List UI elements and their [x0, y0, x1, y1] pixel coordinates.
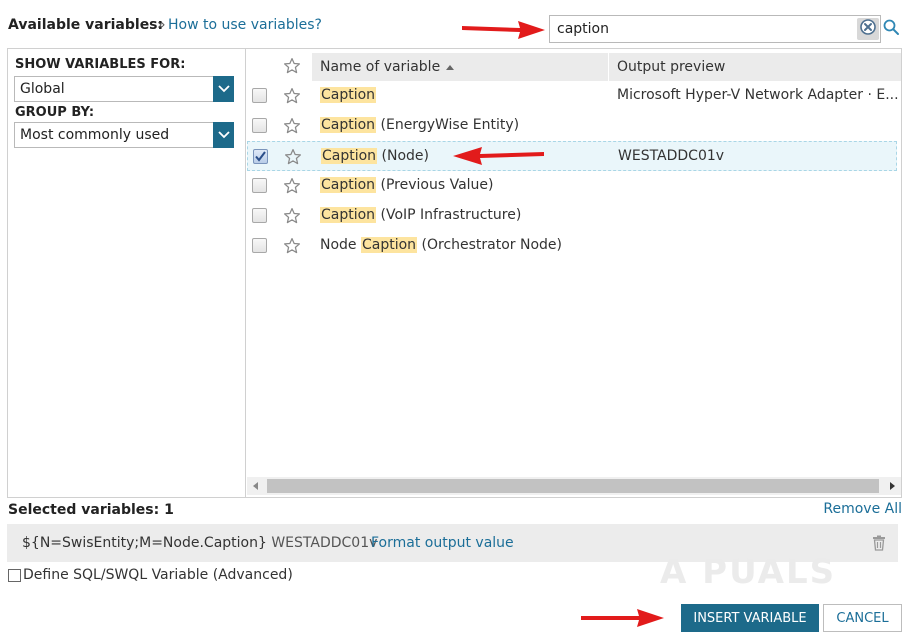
variable-name-suffix: (VoIP Infrastructure) — [376, 207, 522, 223]
define-sql-variable-checkbox[interactable] — [8, 568, 21, 582]
top-bar: Available variables: » How to use variab… — [0, 0, 913, 48]
search-highlight: Caption — [320, 177, 377, 193]
variable-name: Caption (Previous Value) — [320, 177, 494, 193]
search-highlight: Caption — [320, 207, 377, 223]
horizontal-scrollbar[interactable] — [247, 477, 901, 495]
selected-variables-label: Selected variables: 1 — [8, 502, 174, 518]
column-header-preview-label: Output preview — [617, 59, 726, 75]
favorites-column-star-icon[interactable] — [283, 57, 301, 79]
selected-variable-code: ${N=SwisEntity;M=Node.Caption} — [22, 535, 267, 551]
trash-icon[interactable] — [872, 535, 886, 555]
table-row[interactable]: Caption (Node) WESTADDC01v — [247, 141, 897, 171]
variable-name-prefix: Node — [320, 237, 361, 253]
available-variables-label: Available variables: — [8, 17, 164, 33]
search-input[interactable] — [552, 18, 852, 40]
show-variables-for-value: Global — [20, 81, 65, 97]
format-output-value-link[interactable]: Format output value — [371, 535, 514, 551]
star-outline-icon[interactable] — [283, 177, 301, 199]
column-header-name-label: Name of variable — [320, 59, 441, 75]
variable-name-suffix: (Orchestrator Node) — [417, 237, 563, 253]
star-outline-icon[interactable] — [284, 148, 302, 170]
variable-name: Caption — [320, 87, 377, 103]
star-outline-icon[interactable] — [283, 237, 301, 259]
table-row[interactable]: Node Caption (Orchestrator Node) — [247, 231, 897, 261]
clear-search-button[interactable] — [857, 18, 879, 40]
selected-variable-preview: WESTADDC01v — [271, 535, 378, 551]
filter-panel: SHOW VARIABLES FOR: Global GROUP BY: Mos… — [8, 49, 246, 497]
star-outline-icon[interactable] — [283, 207, 301, 229]
group-by-value: Most commonly used — [20, 127, 170, 143]
breadcrumb-separator: » — [157, 17, 166, 33]
group-by-label: GROUP BY: — [15, 105, 95, 120]
row-checkbox[interactable] — [252, 118, 267, 133]
star-outline-icon[interactable] — [283, 87, 301, 109]
define-sql-variable-row: Define SQL/SWQL Variable (Advanced) — [8, 567, 293, 583]
table-row[interactable]: Caption Microsoft Hyper-V Network Adapter… — [247, 81, 899, 111]
clear-circle-icon — [860, 19, 876, 39]
variable-name-suffix: (EnergyWise Entity) — [376, 117, 520, 133]
table-row[interactable]: Caption (Previous Value) — [247, 171, 897, 201]
scroll-right-icon[interactable] — [883, 477, 901, 495]
chevron-down-icon — [213, 122, 234, 148]
table-row[interactable]: Caption (VoIP Infrastructure) — [247, 201, 897, 231]
annotation-arrow-icon — [581, 609, 664, 627]
annotation-arrow-icon — [453, 147, 544, 165]
show-variables-for-label: SHOW VARIABLES FOR: — [15, 57, 186, 72]
search-highlight: Caption — [321, 148, 378, 164]
variable-name: Caption (VoIP Infrastructure) — [320, 207, 521, 223]
insert-variable-button[interactable]: INSERT VARIABLE — [681, 604, 819, 632]
search-highlight: Caption — [320, 117, 377, 133]
variable-name: Node Caption (Orchestrator Node) — [320, 237, 562, 253]
output-preview: Microsoft Hyper-V Network Adapter · E... — [617, 87, 899, 103]
variable-name-suffix: (Previous Value) — [376, 177, 494, 193]
table-row[interactable]: Caption (EnergyWise Entity) — [247, 111, 897, 141]
scrollbar-thumb[interactable] — [267, 479, 879, 493]
group-by-select[interactable]: Most commonly used — [14, 122, 234, 148]
magnifier-icon — [882, 19, 900, 40]
annotation-arrow-icon — [462, 21, 545, 39]
search-highlight: Caption — [320, 87, 377, 103]
show-variables-for-select[interactable]: Global — [14, 76, 234, 102]
variable-name: Caption (EnergyWise Entity) — [320, 117, 519, 133]
star-outline-icon[interactable] — [283, 117, 301, 139]
search-box — [549, 15, 881, 43]
how-to-use-variables-link[interactable]: How to use variables? — [168, 17, 322, 33]
variable-name: Caption (Node) — [321, 148, 429, 164]
variables-panel: SHOW VARIABLES FOR: Global GROUP BY: Mos… — [7, 48, 902, 498]
variables-table: Name of variable Output preview Caption M… — [247, 49, 901, 497]
variable-name-suffix: (Node) — [377, 148, 429, 164]
row-checkbox[interactable] — [252, 208, 267, 223]
search-button[interactable] — [882, 18, 902, 38]
column-header-output-preview[interactable]: Output preview — [609, 53, 901, 81]
appuals-watermark: A PUALS — [660, 552, 837, 592]
scroll-left-icon[interactable] — [247, 477, 265, 495]
column-header-name[interactable]: Name of variable — [312, 53, 608, 81]
row-checkbox[interactable] — [253, 149, 268, 164]
output-preview: WESTADDC01v — [618, 148, 725, 164]
cancel-button[interactable]: CANCEL — [823, 604, 902, 632]
selected-variable-text: ${N=SwisEntity;M=Node.Caption} WESTADDC0… — [22, 535, 377, 551]
chevron-down-icon — [213, 76, 234, 102]
sort-ascending-icon — [446, 64, 455, 70]
row-checkbox[interactable] — [252, 238, 267, 253]
search-highlight: Caption — [361, 237, 418, 253]
define-sql-variable-label: Define SQL/SWQL Variable (Advanced) — [23, 567, 293, 583]
remove-all-link[interactable]: Remove All — [823, 501, 902, 517]
row-checkbox[interactable] — [252, 178, 267, 193]
row-checkbox[interactable] — [252, 88, 267, 103]
